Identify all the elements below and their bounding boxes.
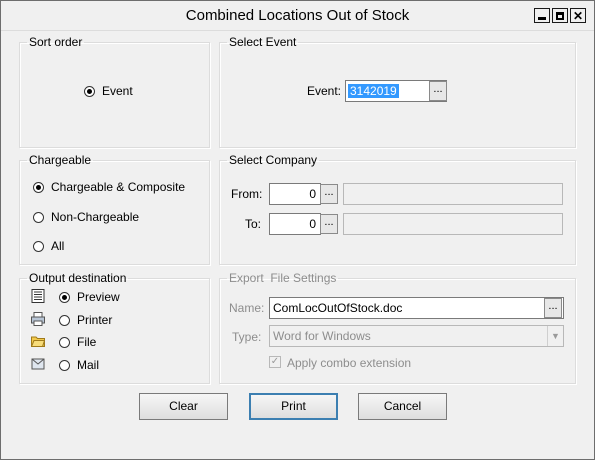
preview-icon <box>31 289 45 303</box>
type-label: Type: <box>232 330 262 344</box>
mail-radio[interactable]: Mail <box>59 358 99 372</box>
export-settings-legend: Export File Settings <box>229 271 337 285</box>
print-button[interactable]: Print <box>249 393 338 420</box>
radio-label: Event <box>102 84 133 98</box>
radio-button <box>33 240 44 252</box>
radio-label: Chargeable & Composite <box>51 180 186 194</box>
from-company-input[interactable]: 0 <box>269 183 321 205</box>
minimize-icon <box>538 17 546 20</box>
maximize-button[interactable] <box>552 8 568 23</box>
output-destination-group: Output destination <box>19 271 210 384</box>
select-company-legend: Select Company <box>229 153 318 167</box>
radio-label: Printer <box>77 313 113 327</box>
radio-label: Non-Chargeable <box>51 210 140 224</box>
preview-radio[interactable]: Preview <box>59 290 120 304</box>
select-event-legend: Select Event <box>229 35 297 49</box>
clear-label: Clear <box>169 399 198 413</box>
radio-button <box>59 359 70 371</box>
radio-button <box>59 291 70 303</box>
radio-button <box>59 314 70 326</box>
select-company-group: Select Company <box>219 153 576 265</box>
cancel-button[interactable]: Cancel <box>358 393 447 420</box>
from-browse-button[interactable]: ... <box>320 184 338 204</box>
name-label: Name: <box>229 301 265 315</box>
clear-button[interactable]: Clear <box>139 393 228 420</box>
from-company-name <box>343 183 563 205</box>
apply-combo-label: Apply combo extension <box>287 356 412 370</box>
radio-label: File <box>77 335 97 349</box>
chargeable-composite-radio[interactable]: Chargeable & Composite <box>33 180 185 194</box>
maximize-icon <box>556 11 564 20</box>
radio-label: Preview <box>77 290 120 304</box>
close-icon: ✕ <box>572 8 584 23</box>
file-radio[interactable]: File <box>59 335 96 349</box>
cancel-label: Cancel <box>383 399 422 413</box>
radio-button <box>59 336 70 348</box>
print-label: Print <box>281 399 306 413</box>
export-type-value: Word for Windows <box>273 329 371 343</box>
chargeable-legend: Chargeable <box>29 153 92 167</box>
from-label: From: <box>231 187 263 201</box>
mail-icon <box>31 358 45 370</box>
radio-button <box>84 85 95 97</box>
window-title: Combined Locations Out of Stock <box>185 7 410 24</box>
printer-radio[interactable]: Printer <box>59 313 112 327</box>
export-name-input[interactable]: ComLocOutOfStock.doc <box>269 297 564 319</box>
to-company-name <box>343 213 563 235</box>
output-destination-legend: Output destination <box>29 271 127 285</box>
printer-icon <box>31 312 45 326</box>
title-bar[interactable]: Combined Locations Out of Stock ✕ <box>1 1 594 31</box>
chevron-down-icon: ▼ <box>547 326 563 346</box>
folder-icon <box>31 336 45 347</box>
report-dialog: Combined Locations Out of Stock ✕ Sort o… <box>0 0 595 460</box>
event-browse-button[interactable]: ... <box>429 81 447 101</box>
to-company-input[interactable]: 0 <box>269 213 321 235</box>
radio-label: All <box>51 239 65 253</box>
minimize-button[interactable] <box>534 8 550 23</box>
export-name-browse-button[interactable]: ... <box>544 298 562 318</box>
to-label: To: <box>245 217 262 231</box>
sort-order-legend: Sort order <box>29 35 83 49</box>
event-label: Event: <box>307 84 342 98</box>
radio-button <box>33 211 44 223</box>
radio-label: Mail <box>77 358 100 372</box>
export-type-select[interactable]: Word for Windows ▼ <box>269 325 564 347</box>
non-chargeable-radio[interactable]: Non-Chargeable <box>33 210 139 224</box>
radio-button <box>33 181 44 193</box>
apply-combo-checkbox[interactable]: ✓ <box>269 356 281 368</box>
sort-event-radio[interactable]: Event <box>84 84 133 98</box>
event-value: 3142019 <box>348 84 399 98</box>
to-browse-button[interactable]: ... <box>320 214 338 234</box>
all-radio[interactable]: All <box>33 239 64 253</box>
close-button[interactable]: ✕ <box>570 8 586 23</box>
